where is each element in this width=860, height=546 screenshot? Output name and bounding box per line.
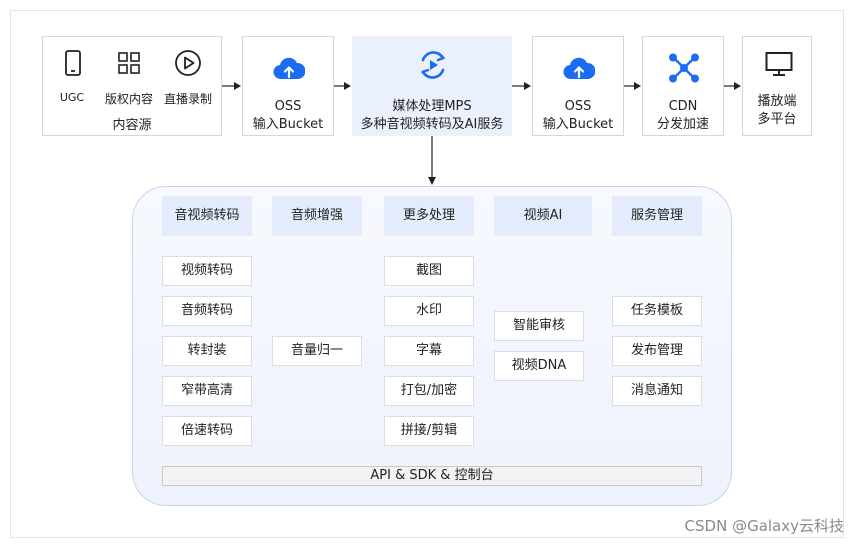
item-package-encrypt: 打包/加密 xyxy=(384,376,474,406)
arrow-cdn-to-player xyxy=(724,82,741,90)
item-subtitle: 字幕 xyxy=(384,336,474,366)
player-line2: 多平台 xyxy=(757,112,797,127)
cdn-box: CDN 分发加速 xyxy=(642,36,724,136)
header-more-processing: 更多处理 xyxy=(384,196,474,236)
grid-icon xyxy=(118,52,140,74)
arrow-oss-to-mps xyxy=(334,82,351,90)
source-label-copyright: 版权内容 xyxy=(104,92,153,106)
item-publish-mgmt: 发布管理 xyxy=(612,336,702,366)
source-title: 内容源 xyxy=(112,118,152,133)
item-splice-edit: 拼接/剪辑 xyxy=(384,416,474,446)
player-line1: 播放端 xyxy=(757,94,797,109)
item-volume-normalize: 音量归一 xyxy=(272,336,362,366)
arrow-source-to-oss xyxy=(222,82,241,90)
item-video-transcode: 视频转码 xyxy=(162,256,252,286)
item-video-dna: 视频DNA xyxy=(494,351,584,381)
mps-line2: 多种音视频转码及AI服务 xyxy=(360,117,504,132)
item-audio-transcode: 音频转码 xyxy=(162,296,252,326)
header-av-transcode: 音视频转码 xyxy=(162,196,252,236)
item-snapshot: 截图 xyxy=(384,256,474,286)
arrow-mps-to-services xyxy=(428,136,436,185)
oss-input-box: OSS 输入Bucket xyxy=(242,36,334,136)
cdn-line2: 分发加速 xyxy=(656,117,709,132)
item-watermark: 水印 xyxy=(384,296,474,326)
item-smart-review: 智能审核 xyxy=(494,311,584,341)
mps-box: 媒体处理MPS 多种音视频转码及AI服务 xyxy=(352,36,512,136)
monitor-icon xyxy=(765,52,793,76)
network-icon xyxy=(669,53,699,83)
phone-icon xyxy=(65,50,81,76)
arrow-mps-to-oss xyxy=(512,82,531,90)
cloud-upload-icon xyxy=(563,57,595,80)
arrow-oss-to-cdn xyxy=(624,82,641,90)
source-label-live: 直播录制 xyxy=(163,92,212,106)
cloud-upload-icon xyxy=(273,57,305,80)
content-source-box: UGC 版权内容 直播录制 内容源 xyxy=(42,36,222,136)
source-label-ugc: UGC xyxy=(59,91,85,104)
oss-input-line2: 输入Bucket xyxy=(252,117,324,132)
header-video-ai: 视频AI xyxy=(494,196,592,236)
api-sdk-console-bar: API & SDK & 控制台 xyxy=(162,466,702,486)
oss-output-line1: OSS xyxy=(564,99,592,114)
item-remux: 转封装 xyxy=(162,336,252,366)
header-service-mgmt: 服务管理 xyxy=(612,196,702,236)
play-icon xyxy=(175,50,201,76)
item-speed-transcode: 倍速转码 xyxy=(162,416,252,446)
watermark: CSDN @Galaxy云科技 xyxy=(684,517,844,535)
oss-input-line1: OSS xyxy=(274,99,302,114)
mps-line1: 媒体处理MPS xyxy=(392,99,472,114)
oss-output-line2: 输入Bucket xyxy=(542,117,614,132)
media-process-icon xyxy=(421,51,445,79)
item-narrowband-hd: 窄带高清 xyxy=(162,376,252,406)
item-message-notify: 消息通知 xyxy=(612,376,702,406)
player-box: 播放端 多平台 xyxy=(742,36,812,136)
oss-output-box: OSS 输入Bucket xyxy=(532,36,624,136)
item-task-template: 任务模板 xyxy=(612,296,702,326)
cdn-line1: CDN xyxy=(668,99,698,114)
header-audio-enhance: 音频增强 xyxy=(272,196,362,236)
